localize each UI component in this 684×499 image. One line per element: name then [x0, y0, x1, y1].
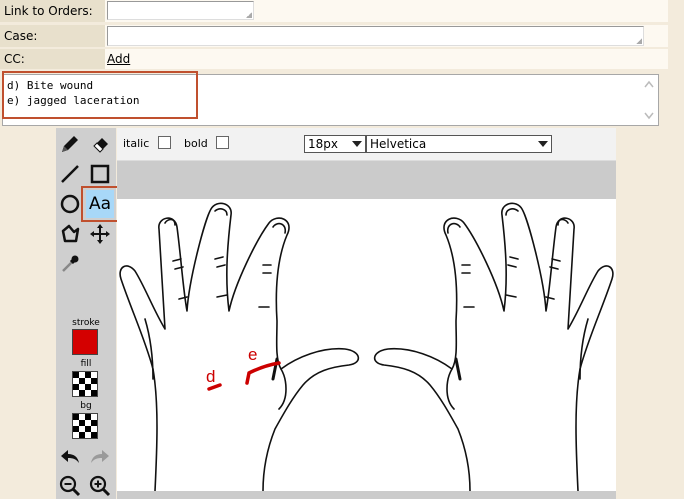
left-finger-nail-2 [164, 218, 176, 226]
line-tool[interactable] [57, 161, 83, 187]
eyedropper-tool[interactable] [57, 251, 83, 277]
ellipse-tool[interactable] [57, 191, 83, 217]
polygon-tool[interactable] [57, 221, 83, 247]
eyedropper-icon [62, 255, 79, 272]
notes-scrollbar[interactable] [642, 77, 656, 123]
font-size-select[interactable]: 18px [304, 135, 366, 153]
stroke-color-swatch[interactable] [72, 329, 98, 355]
eraser-tool[interactable] [87, 131, 113, 157]
stroke-label: stroke [72, 318, 100, 328]
case-label: Case: [0, 25, 105, 47]
cc-row: CC: Add [0, 49, 668, 69]
undo-button[interactable] [57, 444, 83, 470]
annotation-e-label: e [248, 345, 257, 364]
link-to-orders-label: Link to Orders: [0, 0, 105, 22]
zoom-in-button[interactable] [87, 473, 113, 499]
notes-highlight-box [2, 71, 198, 119]
cc-add-link[interactable]: Add [107, 52, 130, 66]
left-hand-outline [119, 202, 290, 492]
zoom-out-icon [59, 475, 81, 497]
pencil-tool[interactable] [57, 131, 83, 157]
zoom-in-icon [89, 475, 111, 497]
rectangle-icon [90, 164, 110, 184]
text-options-bar: italic bold 18px Helvetica [117, 128, 616, 161]
resize-grip-icon[interactable] [246, 12, 252, 18]
polygon-icon [61, 224, 80, 243]
undo-icon [61, 450, 79, 463]
redo-icon [91, 450, 109, 463]
hands-diagram: d e [119, 202, 614, 492]
chevron-down-icon [538, 141, 548, 147]
fill-label: fill [80, 359, 92, 369]
font-family-value: Helvetica [370, 137, 427, 151]
italic-checkbox[interactable] [158, 136, 171, 149]
line-icon [61, 165, 79, 183]
canvas-bottom-border [117, 491, 616, 499]
bg-color-swatch[interactable] [72, 413, 98, 439]
cc-cell: Add [105, 49, 668, 69]
rectangle-tool[interactable] [87, 161, 113, 187]
right-hand-outline [443, 202, 614, 492]
left-finger-nail-3 [272, 222, 287, 234]
italic-label: italic [123, 137, 150, 150]
case-input[interactable] [107, 26, 644, 46]
link-to-orders-row: Link to Orders: [0, 0, 668, 22]
annotation-d-label: d [206, 367, 215, 386]
link-to-orders-input[interactable] [107, 1, 254, 20]
bg-label: bg [80, 401, 92, 411]
case-row: Case: [0, 25, 668, 47]
left-finger-nail-1 [214, 208, 228, 216]
chevron-down-icon [352, 141, 362, 147]
font-size-value: 18px [308, 137, 338, 151]
case-cell [105, 25, 668, 47]
move-icon [90, 224, 110, 244]
eraser-icon [93, 138, 108, 153]
font-family-select[interactable]: Helvetica [366, 135, 552, 153]
link-to-orders-cell [105, 0, 668, 22]
zoom-out-button[interactable] [57, 473, 83, 499]
resize-grip-icon[interactable] [636, 38, 642, 44]
fill-color-swatch[interactable] [72, 371, 98, 397]
redo-button[interactable] [87, 444, 113, 470]
move-tool[interactable] [87, 221, 113, 247]
ellipse-icon [60, 194, 80, 214]
bold-checkbox[interactable] [216, 136, 229, 149]
drawing-canvas[interactable]: d e [117, 199, 616, 492]
cc-label: CC: [0, 49, 105, 69]
bold-label: bold [184, 137, 208, 150]
pencil-icon [62, 136, 78, 152]
